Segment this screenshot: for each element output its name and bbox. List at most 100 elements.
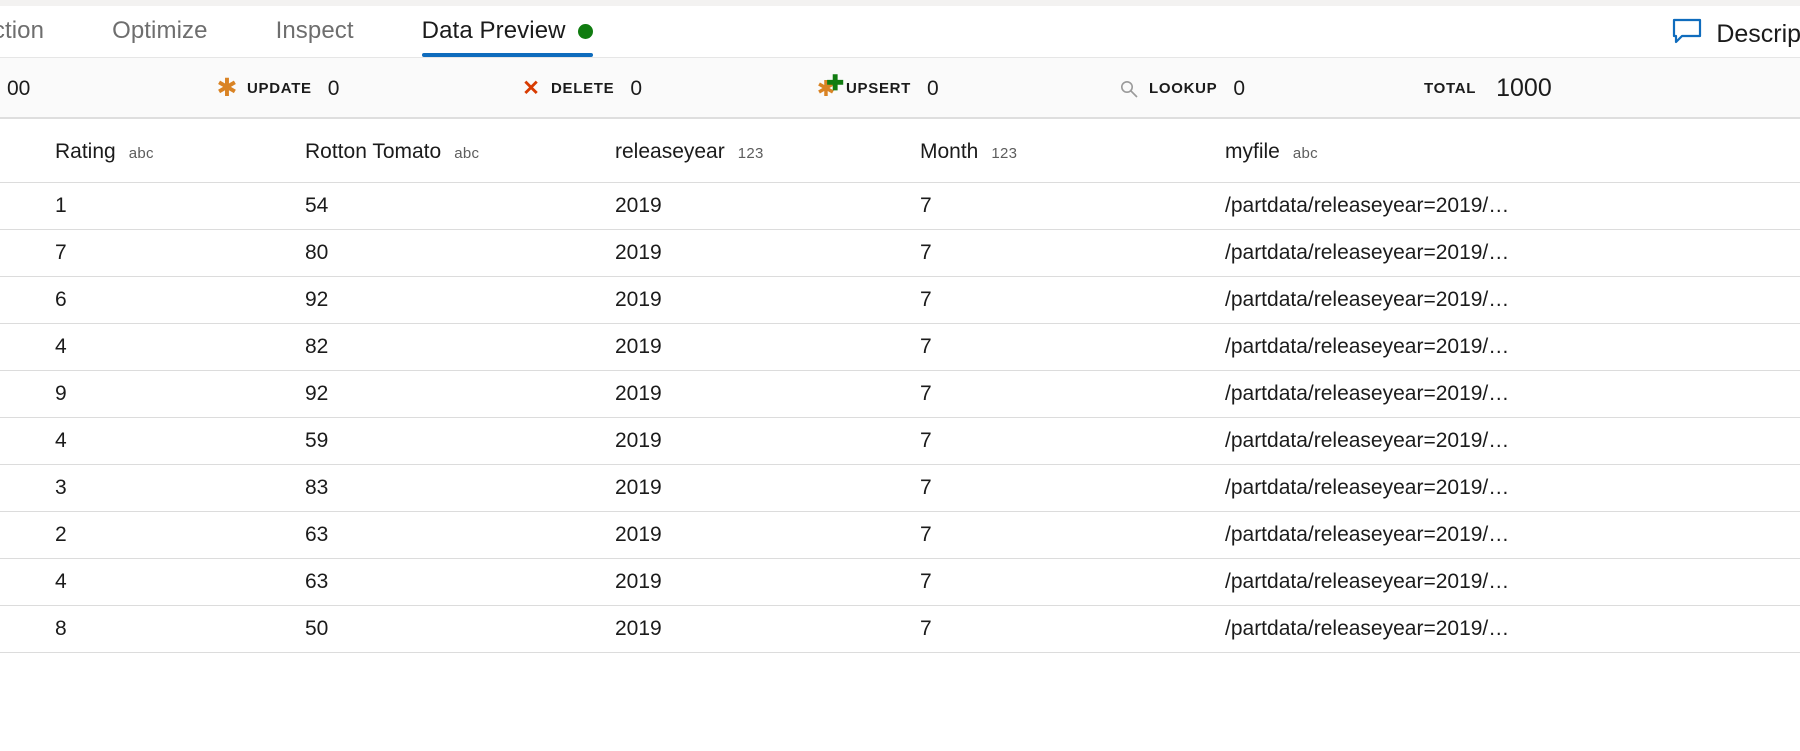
tab-data-preview[interactable]: Data Preview <box>388 5 627 57</box>
column-header-releaseyear[interactable]: releaseyear 123 <box>610 140 915 164</box>
table-cell-month: 7 <box>920 429 932 452</box>
table-cell-month: 7 <box>920 194 932 217</box>
table-cell-tomato: 92 <box>305 288 329 311</box>
table-cell-rating: 4 <box>55 429 67 452</box>
tab-optimize[interactable]: Optimize <box>78 5 242 57</box>
table-cell-month: 7 <box>920 241 932 264</box>
table-cell-myfile: /partdata/releaseyear=2019/… <box>1225 335 1510 358</box>
stat-delete: ✕ DELETE 0 <box>520 58 642 119</box>
table-cell-tomato: 63 <box>305 523 329 546</box>
table-row[interactable]: 4 63 2019 7/partdata/releaseyear=2019/… <box>0 559 1800 606</box>
table-row[interactable]: 4 82 2019 7/partdata/releaseyear=2019/… <box>0 324 1800 371</box>
table-cell-rating: 6 <box>55 288 67 311</box>
table-cell-tomato: 59 <box>305 429 329 452</box>
table-cell-releaseyear: 2019 <box>615 335 662 358</box>
table-cell-rating: 4 <box>55 570 67 593</box>
table-cell-myfile: /partdata/releaseyear=2019/… <box>1225 429 1510 452</box>
table-cell-rating: 3 <box>55 476 67 499</box>
table-body: 1 54 2019 7/partdata/releaseyear=2019/… 7 80 2… <box>0 183 1800 653</box>
x-icon: ✕ <box>522 77 540 100</box>
column-header-rating[interactable]: Rating abc <box>0 140 305 164</box>
description-button[interactable]: Descript <box>1672 14 1800 54</box>
table-cell-releaseyear: 2019 <box>615 429 662 452</box>
stat-lookup: LOOKUP 0 <box>1118 58 1245 119</box>
tab-inspect[interactable]: Inspect <box>242 5 388 57</box>
stat-value: 1000 <box>1496 74 1552 102</box>
table-cell-myfile: /partdata/releaseyear=2019/… <box>1225 241 1510 264</box>
table-row[interactable]: 8 50 2019 7/partdata/releaseyear=2019/… <box>0 606 1800 653</box>
column-type-indicator: 123 <box>991 144 1018 162</box>
stat-value: 00 <box>7 76 31 100</box>
row-stats-bar: 00 ✱ UPDATE 0 ✕ DELETE 0 ✱ ✚ UPSERT 0 LOOKUP 0 TOTAL 1… <box>0 58 1800 119</box>
table-row[interactable]: 6 92 2019 7/partdata/releaseyear=2019/… <box>0 277 1800 324</box>
asterisk-plus-icon: ✱ ✚ <box>816 71 844 101</box>
table-cell-releaseyear: 2019 <box>615 382 662 405</box>
table-cell-rating: 8 <box>55 617 67 640</box>
column-header-label: releaseyear <box>615 139 725 163</box>
table-cell-myfile: /partdata/releaseyear=2019/… <box>1225 617 1510 640</box>
table-cell-rating: 4 <box>55 335 67 358</box>
column-type-indicator: abc <box>454 144 480 162</box>
stat-label: UPDATE <box>247 80 312 97</box>
table-cell-tomato: 92 <box>305 382 329 405</box>
table-row[interactable]: 9 92 2019 7/partdata/releaseyear=2019/… <box>0 371 1800 418</box>
table-cell-rating: 2 <box>55 523 67 546</box>
tab-bar: jection Optimize Inspect Data Preview Descr… <box>0 6 1800 58</box>
column-header-label: Month <box>920 139 979 163</box>
stat-label: TOTAL <box>1424 80 1477 97</box>
table-cell-myfile: /partdata/releaseyear=2019/… <box>1225 382 1510 405</box>
tab-label: jection <box>0 17 45 44</box>
table-cell-tomato: 63 <box>305 570 329 593</box>
stat-value: 0 <box>1233 76 1246 100</box>
table-cell-rating: 9 <box>55 382 67 405</box>
table-cell-month: 7 <box>920 335 932 358</box>
tab-label: Data Preview <box>421 17 566 44</box>
table-cell-rating: 7 <box>55 241 67 264</box>
table-cell-myfile: /partdata/releaseyear=2019/… <box>1225 476 1510 499</box>
table-cell-month: 7 <box>920 523 932 546</box>
table-header-row: Rating abc Rotton Tomato abc releaseyear 123 M… <box>0 121 1800 183</box>
table-cell-month: 7 <box>920 617 932 640</box>
column-header-label: Rotton Tomato <box>305 139 442 163</box>
table-cell-releaseyear: 2019 <box>615 241 662 264</box>
tab-label: Inspect <box>275 17 354 44</box>
table-row[interactable]: 4 59 2019 7/partdata/releaseyear=2019/… <box>0 418 1800 465</box>
description-button-label: Descript <box>1716 19 1800 48</box>
table-cell-month: 7 <box>920 570 932 593</box>
tab-list: jection Optimize Inspect Data Preview <box>0 5 627 57</box>
tab-label: Optimize <box>112 17 208 44</box>
column-type-indicator: abc <box>128 144 154 162</box>
stat-value: 0 <box>927 76 939 100</box>
stat-insert: 00 <box>0 58 30 119</box>
column-header-rotton-tomato[interactable]: Rotton Tomato abc <box>305 140 610 164</box>
table-cell-tomato: 80 <box>305 241 329 264</box>
column-type-indicator: 123 <box>737 144 764 162</box>
table-cell-releaseyear: 2019 <box>615 617 662 640</box>
asterisk-icon: ✱ <box>216 74 238 102</box>
table-cell-month: 7 <box>920 382 932 405</box>
table-row[interactable]: 3 83 2019 7/partdata/releaseyear=2019/… <box>0 465 1800 512</box>
table-row[interactable]: 2 63 2019 7/partdata/releaseyear=2019/… <box>0 512 1800 559</box>
table-cell-myfile: /partdata/releaseyear=2019/… <box>1225 523 1510 546</box>
table-cell-myfile: /partdata/releaseyear=2019/… <box>1225 288 1510 311</box>
table-cell-myfile: /partdata/releaseyear=2019/… <box>1225 194 1510 217</box>
data-grid[interactable]: Rating abc Rotton Tomato abc releaseyear 123 M… <box>0 121 1800 751</box>
stat-label: LOOKUP <box>1149 80 1218 97</box>
table-cell-releaseyear: 2019 <box>615 288 662 311</box>
column-header-month[interactable]: Month 123 <box>915 140 1220 164</box>
table-cell-tomato: 82 <box>305 335 329 358</box>
table-cell-releaseyear: 2019 <box>615 194 662 217</box>
column-header-myfile[interactable]: myfile abc <box>1220 140 1740 164</box>
column-type-indicator: abc <box>1292 144 1318 162</box>
stat-value: 0 <box>630 76 643 100</box>
table-cell-releaseyear: 2019 <box>615 570 662 593</box>
tab-jection[interactable]: jection <box>0 5 78 57</box>
column-header-label: myfile <box>1225 139 1280 163</box>
stat-update: ✱ UPDATE 0 <box>216 58 340 119</box>
table-row[interactable]: 1 54 2019 7/partdata/releaseyear=2019/… <box>0 183 1800 230</box>
stat-label: UPSERT <box>846 80 912 97</box>
table-row[interactable]: 7 80 2019 7/partdata/releaseyear=2019/… <box>0 230 1800 277</box>
table-cell-tomato: 50 <box>305 617 329 640</box>
table-cell-month: 7 <box>920 288 932 311</box>
column-header-label: Rating <box>55 139 116 163</box>
